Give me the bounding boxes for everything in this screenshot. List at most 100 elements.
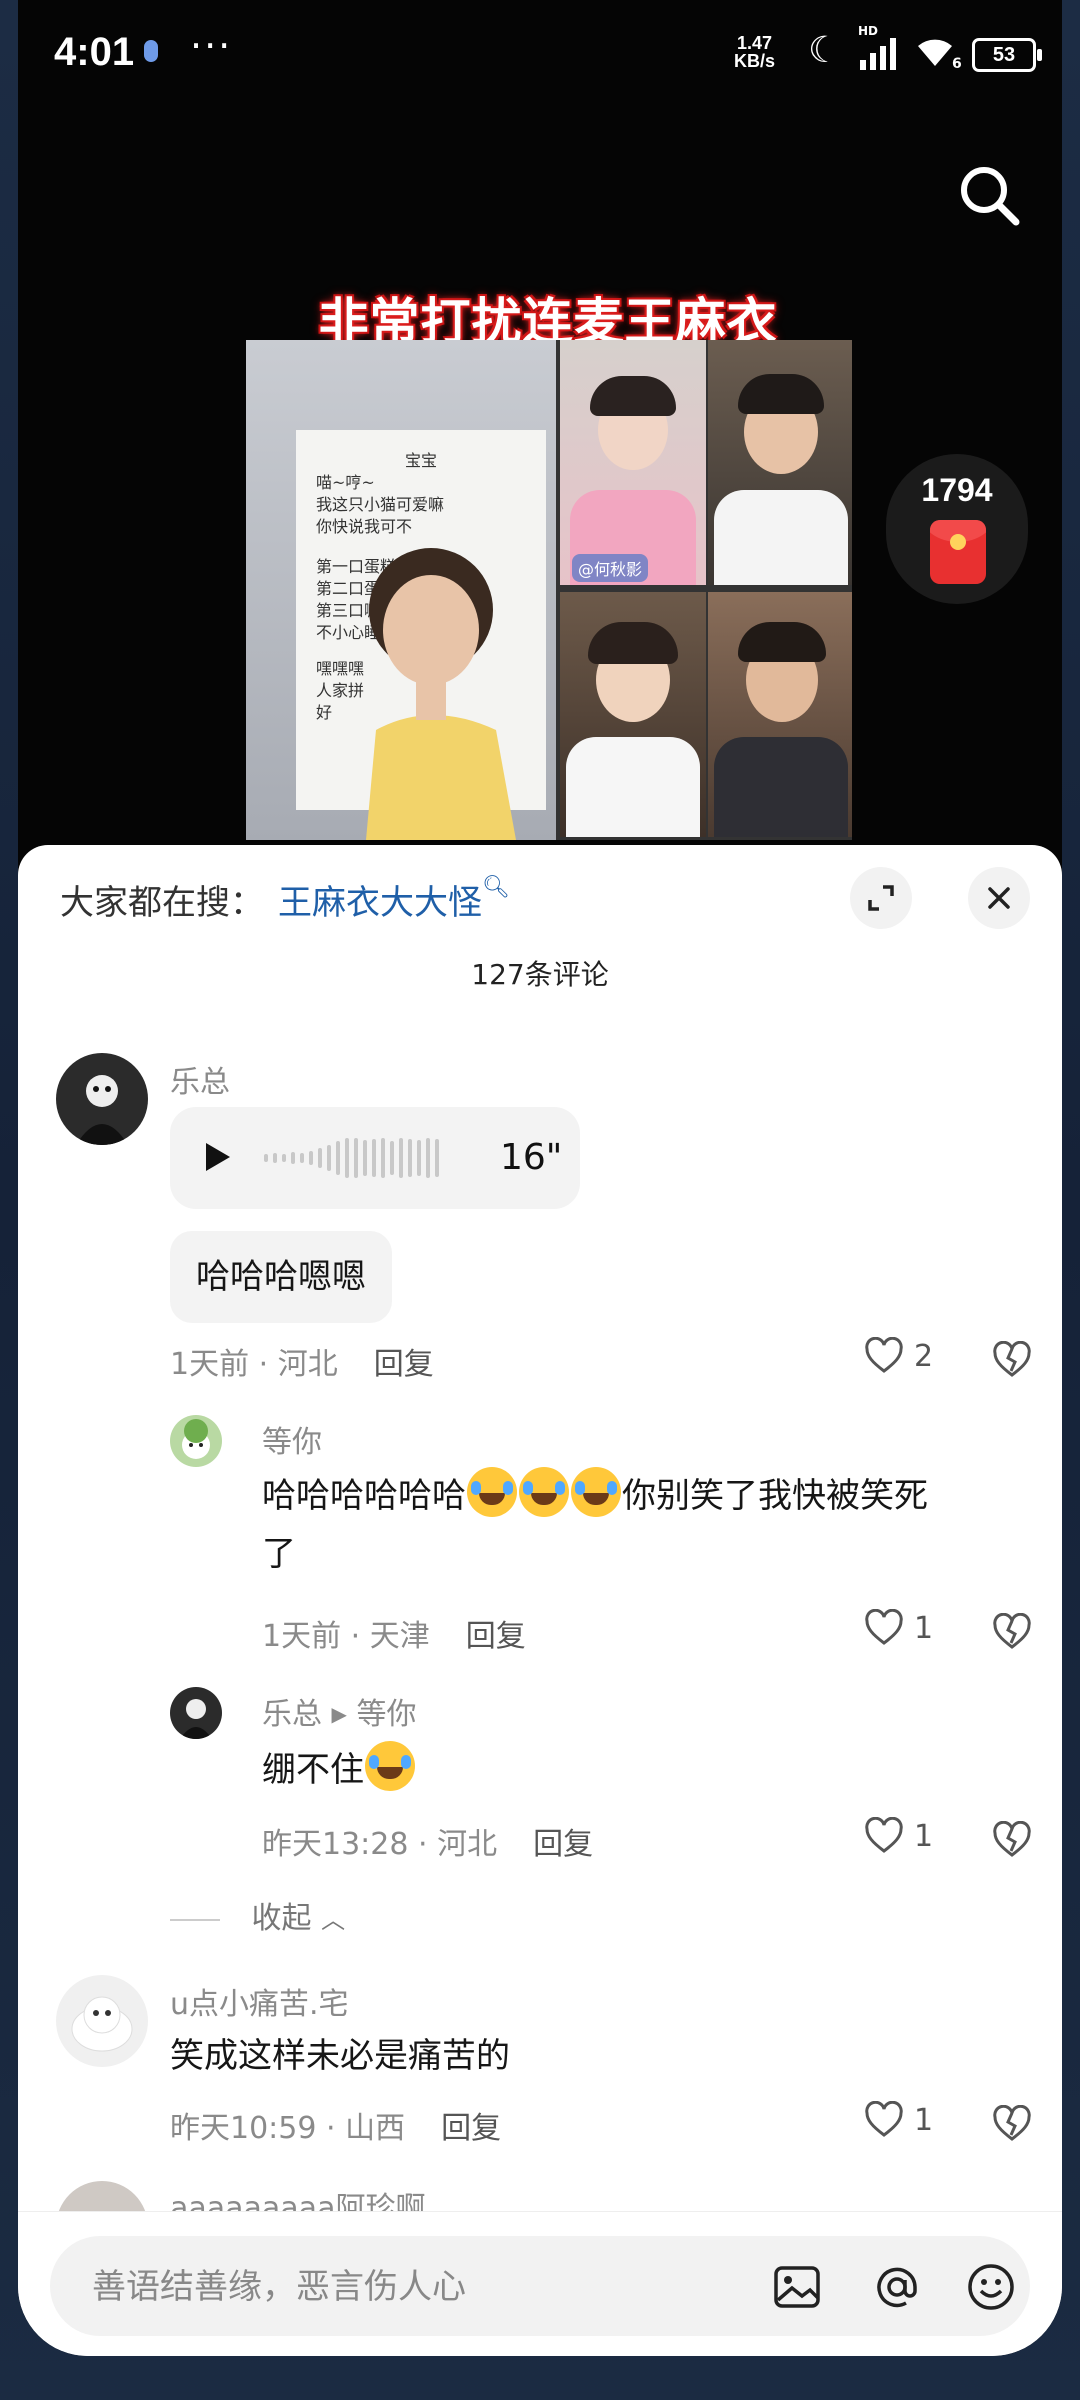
reply-button[interactable]: 回复 <box>466 1619 526 1654</box>
like-button[interactable]: 1 <box>864 1609 933 1647</box>
collapse-label: 收起 <box>251 1901 312 1936</box>
comment-text: 哈哈哈嗯嗯 <box>170 1231 392 1323</box>
red-packet-button[interactable]: 1794 <box>886 454 1028 604</box>
video-left-pane: 宝宝 喵~哼~ 我这只小猫可爱嘛 你快说我可不 第一口蛋糕要你 第二口蛋糕要你 … <box>246 340 556 840</box>
dislike-icon[interactable] <box>992 1341 1032 1379</box>
hot-search-bar[interactable]: 大家都在搜： 王麻衣大大怪🔍︎ <box>60 875 510 924</box>
comment-time: 1天前 <box>262 1619 342 1654</box>
like-count: 1 <box>914 1818 934 1854</box>
lyric-line: 喵~哼~ <box>316 473 375 492</box>
comment-input[interactable] <box>90 2236 734 2338</box>
reply-header: 乐总 ▶ 等你 <box>262 1689 416 1733</box>
comment-text-part: 绷不住 <box>262 1750 364 1790</box>
like-button[interactable]: 1 <box>864 1817 933 1855</box>
red-envelope-icon <box>930 520 986 584</box>
hot-search-label: 大家都在搜： <box>60 883 264 923</box>
laugh-cry-emoji-icon <box>467 1467 517 1517</box>
like-button[interactable]: 2 <box>864 1337 933 1375</box>
collapse-replies-button[interactable]: 收起 ︿ <box>170 1893 346 1937</box>
cellular-signal-icon <box>860 38 896 70</box>
comment-location: 天津 <box>369 1619 430 1654</box>
like-button[interactable]: 1 <box>864 2101 933 2139</box>
battery-indicator: 53 <box>972 38 1042 72</box>
lyric-line: 你快说我可不 <box>316 517 413 536</box>
heart-icon <box>865 1609 903 1645</box>
voice-duration: 16" <box>500 1137 563 1178</box>
comment-meta: 1天前 · 河北 回复 <box>170 1347 434 1382</box>
comment-username[interactable]: 乐总 <box>262 1697 322 1732</box>
net-speed-unit: KB/s <box>734 51 776 71</box>
reply-button[interactable]: 回复 <box>374 1347 434 1382</box>
wifi-icon <box>918 39 952 66</box>
like-count: 1 <box>914 2102 934 2138</box>
avatar[interactable] <box>56 1975 148 2067</box>
comment-meta: 1天前 · 天津 回复 <box>262 1619 526 1654</box>
search-icon[interactable] <box>954 160 1024 230</box>
comment-location: 河北 <box>437 1827 498 1862</box>
avatar[interactable] <box>170 1687 222 1739</box>
more-notifications-icon: ··· <box>190 24 233 68</box>
avatar-image <box>180 1699 212 1739</box>
comment-text: 绷不住 <box>262 1741 416 1799</box>
streamer-figure <box>366 548 516 840</box>
comment-sheet: 大家都在搜： 王麻衣大大怪🔍︎ 127条评论 乐总 16" 哈哈哈嗯嗯 1天前 … <box>18 845 1062 2356</box>
phone-screen: 4:01 ··· 1.47 KB/s ☾ HD 6 53 非常打扰连麦王麻衣 宝… <box>18 0 1062 2356</box>
comment-text-part: 你别笑了我快被笑死 <box>622 1476 928 1516</box>
avatar[interactable] <box>56 1053 148 1145</box>
comment-username[interactable]: 等你 <box>262 1417 322 1461</box>
co-host-tile: @何秋影 <box>560 340 706 585</box>
comment-count: 127条评论 <box>471 958 609 991</box>
dislike-icon[interactable] <box>992 1613 1032 1651</box>
red-packet-count: 1794 <box>921 472 993 508</box>
heart-icon <box>865 1817 903 1853</box>
hot-search-keyword[interactable]: 王麻衣大大怪 <box>278 883 482 923</box>
close-icon <box>988 887 1010 909</box>
avatar-image <box>182 1419 210 1459</box>
mention-icon[interactable] <box>870 2260 924 2314</box>
comment-input-bar <box>50 2236 1030 2338</box>
image-icon[interactable] <box>770 2260 824 2314</box>
comment-username[interactable]: u点小痛苦.宅 <box>170 1979 349 2023</box>
input-area <box>18 2211 1062 2356</box>
emoji-icon[interactable] <box>964 2260 1018 2314</box>
avatar-image <box>71 1996 133 2052</box>
co-host-tile <box>708 340 852 585</box>
tile-username: @何秋影 <box>572 554 649 582</box>
like-count: 1 <box>914 1610 934 1646</box>
heart-icon <box>865 1337 903 1373</box>
avatar[interactable] <box>170 1415 222 1467</box>
chevron-up-icon: ︿ <box>321 1906 346 1934</box>
expand-icon <box>868 885 894 911</box>
play-icon[interactable] <box>206 1143 230 1171</box>
reply-arrow-icon: ▶ <box>331 1702 347 1726</box>
comment-text-part: 哈哈哈哈哈哈 <box>262 1476 466 1516</box>
net-speed-value: 1.47 <box>736 33 773 53</box>
laugh-cry-emoji-icon <box>365 1741 415 1791</box>
comment-time: 昨天10:59 <box>170 2111 317 2146</box>
reply-to-username[interactable]: 等你 <box>356 1697 416 1732</box>
search-small-icon: 🔍︎ <box>482 875 510 900</box>
heart-icon <box>865 2101 903 2137</box>
comment-meta: 昨天13:28 · 河北 回复 <box>262 1827 594 1862</box>
video-player[interactable]: 宝宝 喵~哼~ 我这只小猫可爱嘛 你快说我可不 第一口蛋糕要你 第二口蛋糕要你 … <box>246 340 852 840</box>
voice-message[interactable]: 16" <box>170 1107 580 1209</box>
dislike-icon[interactable] <box>992 1821 1032 1859</box>
wifi-generation: 6 <box>952 56 962 72</box>
comment-location: 河北 <box>277 1347 338 1382</box>
laugh-cry-emoji-icon <box>519 1467 569 1517</box>
reply-button[interactable]: 回复 <box>533 1827 593 1862</box>
comment-text: 笑成这样未必是痛苦的 <box>170 2036 510 2076</box>
comment-text-part: 了 <box>262 1534 296 1574</box>
net-speed: 1.47 KB/s <box>734 34 775 70</box>
comment-meta: 昨天10:59 · 山西 回复 <box>170 2111 502 2146</box>
comment-text: 哈哈哈哈哈哈 你别笑了我快被笑死了 <box>262 1467 1042 1583</box>
dislike-icon[interactable] <box>992 2105 1032 2143</box>
laugh-cry-emoji-icon <box>571 1467 621 1517</box>
co-host-tile <box>560 592 706 837</box>
close-button[interactable] <box>968 867 1030 929</box>
comment-time: 1天前 <box>170 1347 250 1382</box>
expand-button[interactable] <box>850 867 912 929</box>
reply-button[interactable]: 回复 <box>441 2111 501 2146</box>
comment-time: 昨天13:28 <box>262 1827 409 1862</box>
comment-username[interactable]: 乐总 <box>170 1057 230 1101</box>
